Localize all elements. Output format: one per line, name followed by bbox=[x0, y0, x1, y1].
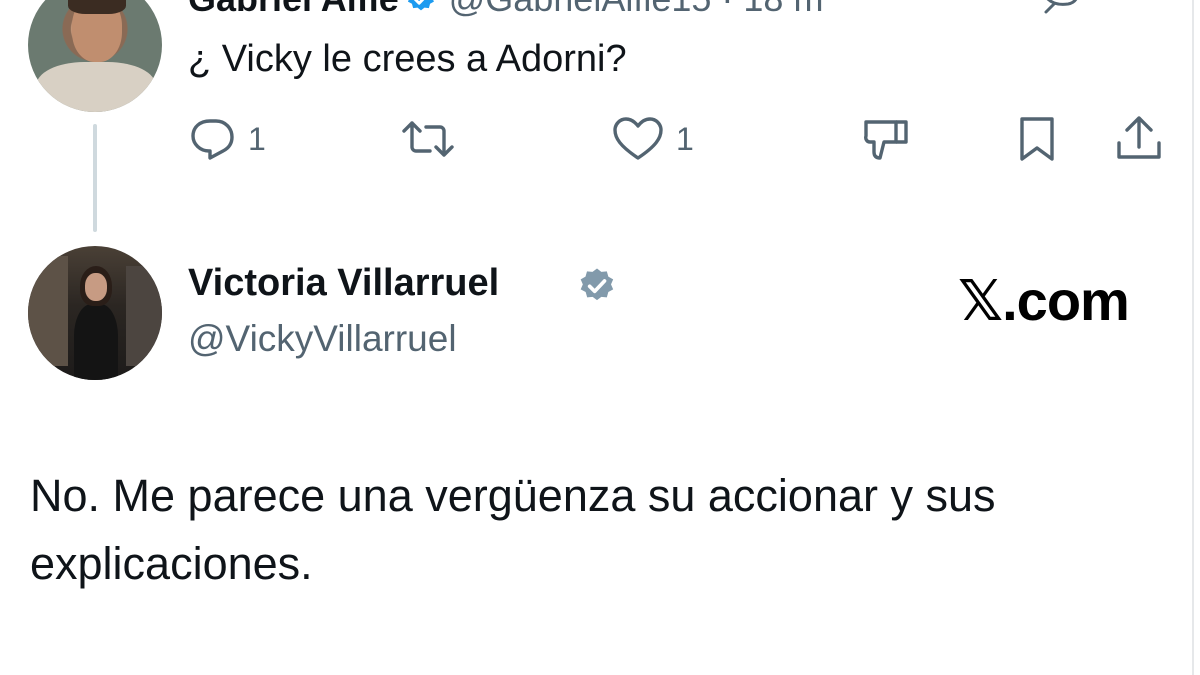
like-icon bbox=[612, 116, 664, 162]
x-com-logo: 𝕏.com bbox=[958, 269, 1130, 332]
reply-button[interactable]: 1 bbox=[190, 114, 266, 164]
reply-author-avatar[interactable] bbox=[28, 0, 162, 112]
reply-tweet-header: Gabriel Alfie @GabrielAlfie15 · 18 m bbox=[188, 0, 823, 24]
reply-icon bbox=[190, 117, 236, 161]
reply-author-name[interactable]: Gabriel Alfie bbox=[188, 0, 399, 19]
bookmark-button[interactable] bbox=[1016, 114, 1060, 164]
share-button[interactable] bbox=[1114, 114, 1164, 164]
verified-icon bbox=[577, 266, 617, 311]
tweet-screenshot: Gabriel Alfie @GabrielAlfie15 · 18 m ¿ Vi… bbox=[0, 0, 1200, 675]
verified-icon bbox=[405, 0, 437, 24]
retweet-button[interactable] bbox=[400, 114, 456, 164]
share-icon bbox=[1114, 115, 1164, 163]
dislike-button[interactable] bbox=[862, 114, 912, 164]
reply-author-handle-time[interactable]: @GabrielAlfie15 · 18 m bbox=[449, 0, 824, 19]
like-count: 1 bbox=[676, 120, 694, 157]
main-author-avatar[interactable] bbox=[28, 246, 162, 380]
reply-count: 1 bbox=[248, 120, 266, 157]
thread-connector-line bbox=[93, 124, 97, 232]
bookmark-icon bbox=[1016, 115, 1060, 163]
retweet-icon bbox=[400, 117, 456, 161]
main-author-name[interactable]: Victoria Villarruel bbox=[188, 262, 499, 305]
right-edge-divider bbox=[1192, 0, 1194, 675]
main-tweet-text: No. Me parece una vergüenza su accionar … bbox=[30, 470, 996, 589]
main-author-handle[interactable]: @VickyVillarruel bbox=[188, 318, 457, 360]
like-button[interactable]: 1 bbox=[612, 114, 694, 164]
grok-icon[interactable] bbox=[1036, 0, 1084, 25]
dislike-icon bbox=[862, 116, 912, 162]
reply-tweet-text: ¿ Vicky le crees a Adorni? bbox=[188, 38, 627, 80]
